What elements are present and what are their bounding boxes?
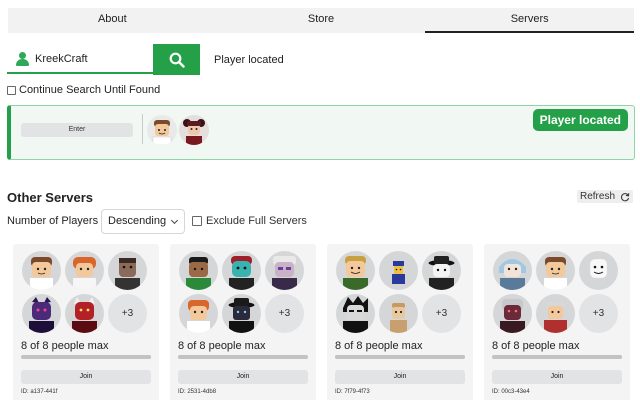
player-avatar bbox=[108, 251, 147, 290]
server-card: +3 8 of 8 people max Join ID: a137-441f bbox=[13, 244, 159, 400]
player-search-input[interactable] bbox=[35, 52, 145, 65]
server-card: +3 8 of 8 people max Join ID: 7f79-4f73 bbox=[327, 244, 473, 400]
enter-button[interactable]: Enter bbox=[21, 123, 133, 137]
continue-search-label: Continue Search Until Found bbox=[19, 84, 161, 96]
player-avatar bbox=[222, 251, 261, 290]
server-avatars: +3 bbox=[336, 251, 464, 333]
server-capacity-bar bbox=[492, 355, 622, 359]
player-avatar bbox=[422, 251, 461, 290]
player-avatar bbox=[147, 115, 177, 145]
player-avatar bbox=[336, 251, 375, 290]
server-card: +3 8 of 8 people max Join ID: 00c3-43e4 bbox=[484, 244, 630, 400]
search-icon bbox=[169, 52, 185, 68]
refresh-button[interactable]: Refresh bbox=[577, 190, 634, 203]
player-avatar bbox=[493, 294, 532, 333]
located-server-card: Enter Player located bbox=[7, 105, 635, 160]
server-capacity-fill bbox=[21, 355, 151, 359]
server-capacity-fill bbox=[335, 355, 465, 359]
player-avatar bbox=[536, 294, 575, 333]
located-avatars bbox=[147, 115, 209, 145]
exclude-full-servers-option[interactable]: Exclude Full Servers bbox=[192, 215, 307, 227]
other-servers-title: Other Servers bbox=[7, 190, 93, 205]
player-avatar bbox=[536, 251, 575, 290]
player-avatar bbox=[222, 294, 261, 333]
sort-order-value: Descending bbox=[108, 215, 167, 227]
server-card: +3 8 of 8 people max Join ID: 2531-4db8 bbox=[170, 244, 316, 400]
player-avatar bbox=[493, 251, 532, 290]
server-id: ID: 00c3-43e4 bbox=[492, 389, 530, 395]
server-avatars: +3 bbox=[493, 251, 621, 333]
server-player-count: 8 of 8 people max bbox=[178, 340, 266, 352]
tab-bar: About Store Servers bbox=[8, 8, 635, 33]
player-avatar bbox=[22, 294, 61, 333]
sort-order-select[interactable]: Descending bbox=[101, 209, 185, 234]
player-located-badge: Player located bbox=[532, 109, 628, 131]
player-avatar bbox=[265, 251, 304, 290]
server-id: ID: 7f79-4f73 bbox=[335, 389, 370, 395]
player-avatar bbox=[179, 294, 218, 333]
join-button[interactable]: Join bbox=[335, 370, 465, 384]
server-capacity-fill bbox=[178, 355, 308, 359]
exclude-full-servers-label: Exclude Full Servers bbox=[206, 215, 307, 227]
server-capacity-fill bbox=[492, 355, 622, 359]
chevron-down-icon bbox=[170, 216, 179, 225]
search-button[interactable] bbox=[153, 44, 200, 75]
player-search-field bbox=[7, 45, 153, 74]
server-capacity-bar bbox=[21, 355, 151, 359]
player-avatar bbox=[179, 115, 209, 145]
player-avatar bbox=[65, 294, 104, 333]
player-avatar bbox=[65, 251, 104, 290]
tab-store[interactable]: Store bbox=[217, 8, 426, 33]
join-button[interactable]: Join bbox=[178, 370, 308, 384]
player-avatar bbox=[336, 294, 375, 333]
server-id: ID: 2531-4db8 bbox=[178, 389, 217, 395]
server-player-count: 8 of 8 people max bbox=[335, 340, 423, 352]
more-players-count: +3 bbox=[265, 294, 304, 333]
exclude-full-servers-checkbox[interactable] bbox=[192, 216, 202, 226]
server-avatars: +3 bbox=[179, 251, 307, 333]
player-avatar bbox=[379, 251, 418, 290]
join-button[interactable]: Join bbox=[21, 370, 151, 384]
more-players-count: +3 bbox=[108, 294, 147, 333]
server-avatars: +3 bbox=[22, 251, 150, 333]
continue-search-checkbox[interactable] bbox=[7, 85, 16, 95]
tab-servers[interactable]: Servers bbox=[425, 8, 635, 33]
tab-about[interactable]: About bbox=[8, 8, 217, 33]
player-avatar bbox=[22, 251, 61, 290]
server-player-count: 8 of 8 people max bbox=[492, 340, 580, 352]
continue-search-option[interactable]: Continue Search Until Found bbox=[7, 84, 160, 96]
player-count-filter-label: Number of Players bbox=[7, 215, 99, 227]
server-capacity-bar bbox=[335, 355, 465, 359]
refresh-icon bbox=[621, 192, 630, 201]
player-avatar bbox=[579, 251, 618, 290]
search-status-text: Player located bbox=[214, 54, 284, 66]
divider bbox=[142, 114, 143, 144]
join-button[interactable]: Join bbox=[492, 370, 622, 384]
server-player-count: 8 of 8 people max bbox=[21, 340, 109, 352]
more-players-count: +3 bbox=[579, 294, 618, 333]
server-id: ID: a137-441f bbox=[21, 389, 58, 395]
server-capacity-bar bbox=[178, 355, 308, 359]
user-icon bbox=[16, 51, 30, 66]
player-avatar bbox=[379, 294, 418, 333]
refresh-label: Refresh bbox=[580, 191, 616, 202]
more-players-count: +3 bbox=[422, 294, 461, 333]
player-avatar bbox=[179, 251, 218, 290]
